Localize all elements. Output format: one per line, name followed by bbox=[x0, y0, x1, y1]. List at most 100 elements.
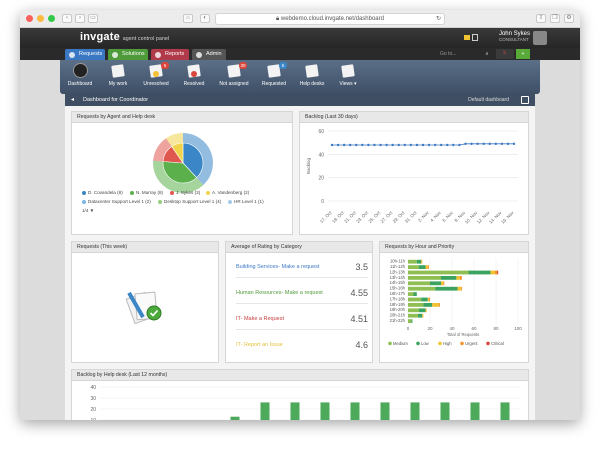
tab-admin[interactable]: Admin bbox=[192, 49, 226, 60]
search-icon[interactable]: ⌕ bbox=[480, 49, 494, 59]
legend-label: HR Level 1 (1) bbox=[234, 199, 264, 204]
data-point bbox=[403, 143, 406, 147]
back-icon[interactable]: ‹ bbox=[62, 14, 72, 23]
reload-icon[interactable]: ↻ bbox=[436, 14, 441, 25]
admin-tab-icon bbox=[196, 52, 202, 58]
data-point bbox=[506, 142, 510, 146]
tab-reports[interactable]: Reports bbox=[151, 49, 189, 60]
forward-icon[interactable]: › bbox=[75, 14, 85, 23]
data-point bbox=[397, 143, 400, 147]
rating-row[interactable]: IT- Report an Issue 4.6 bbox=[236, 334, 368, 356]
toolbar-views[interactable]: Views ▾ bbox=[328, 63, 368, 87]
data-point bbox=[336, 143, 340, 147]
category-label: 14h-15h bbox=[390, 280, 406, 285]
requests-tab-icon bbox=[69, 52, 75, 58]
bar-segment bbox=[430, 281, 441, 286]
data-point bbox=[494, 142, 497, 146]
bar-segment bbox=[408, 281, 430, 286]
rating-row[interactable]: Building Services- Make a request 3.5 bbox=[236, 256, 368, 278]
toolbar-my-work[interactable]: My work bbox=[98, 63, 138, 87]
tab-solutions[interactable]: Solutions bbox=[108, 49, 148, 60]
notification-icon[interactable] bbox=[472, 34, 478, 41]
legend-item: D. Covandela (8) bbox=[82, 190, 123, 195]
user-menu[interactable]: John Sykes CONSULTANT bbox=[499, 31, 530, 42]
privacy-icon[interactable]: ◐ bbox=[200, 14, 210, 23]
panel-this-week: Requests (This week) bbox=[71, 241, 219, 363]
toolbar-requested[interactable]: 5 Requested bbox=[254, 62, 294, 87]
zoom-window-icon[interactable] bbox=[48, 15, 55, 22]
alerts-button[interactable]: ?· bbox=[496, 49, 514, 59]
home-icon[interactable]: ⌂ bbox=[183, 14, 193, 23]
toolbar-dashboard[interactable]: Dashboard bbox=[60, 63, 100, 87]
toolbar-label: Dashboard bbox=[67, 81, 93, 87]
bar bbox=[350, 402, 360, 420]
rating-label: IT- Report an Issue bbox=[236, 342, 283, 348]
tabs-icon[interactable]: ❐ bbox=[550, 14, 560, 23]
toolbar-resolved[interactable]: Resolved bbox=[174, 63, 214, 87]
no-data-illustration bbox=[125, 291, 162, 325]
add-button[interactable]: + bbox=[516, 49, 530, 59]
rating-row[interactable]: Human Resources- Make a request 4.55 bbox=[236, 282, 368, 304]
rating-label: Building Services- Make a request bbox=[236, 264, 320, 270]
help-desks-icon bbox=[303, 63, 321, 79]
backlog-12-chart: 10 20 30 40 bbox=[90, 385, 520, 420]
legend-label: Urgent bbox=[465, 341, 478, 346]
collapse-arrow-icon[interactable]: ◂ bbox=[71, 94, 74, 106]
external-link-icon[interactable] bbox=[521, 96, 529, 104]
bar bbox=[230, 416, 240, 420]
legend-label: Datacenter Support Level 1 (2) bbox=[88, 199, 151, 204]
bar-segment bbox=[441, 276, 457, 280]
toolbar-label: Help desks bbox=[299, 81, 325, 87]
bar-segment bbox=[408, 286, 436, 291]
toolbar-label: My work bbox=[108, 81, 128, 87]
legend-label: Critical bbox=[491, 341, 504, 346]
bar-segment bbox=[423, 303, 433, 307]
category-label: 21h-22h bbox=[390, 318, 406, 323]
url-text: webdemo.cloud.invgate.net/dashboard bbox=[280, 16, 384, 22]
reports-tab-icon bbox=[155, 52, 161, 58]
toolbar-help-desks[interactable]: Help desks bbox=[292, 63, 332, 87]
default-dashboard-link[interactable]: Default dashboard bbox=[468, 94, 509, 106]
avatar[interactable] bbox=[533, 31, 547, 45]
x-tick-label: 16. Nov bbox=[500, 210, 515, 225]
extension-icon[interactable]: ⚙ bbox=[564, 14, 574, 23]
app-root: invgate agent control panel John Sykes CO… bbox=[20, 28, 580, 420]
mail-icon[interactable] bbox=[464, 35, 470, 40]
invgate-logo[interactable]: invgate agent control panel bbox=[80, 31, 169, 43]
tab-label: Admin bbox=[206, 51, 222, 57]
toolbar-not-assigned[interactable]: 30 Not assigned bbox=[214, 62, 254, 87]
category-label: 20h-21h bbox=[390, 313, 406, 318]
tab-requests[interactable]: Requests bbox=[65, 49, 105, 60]
legend-swatch bbox=[486, 341, 490, 346]
legend-label: Low bbox=[421, 341, 430, 346]
bar-segment bbox=[408, 265, 419, 269]
goto-placeholder: Go to... bbox=[440, 51, 457, 57]
sidebar-toggle-icon[interactable]: ▭ bbox=[88, 14, 98, 23]
minimize-window-icon[interactable] bbox=[37, 15, 44, 22]
close-window-icon[interactable] bbox=[26, 15, 33, 22]
bar-segment bbox=[417, 313, 423, 318]
url-bar[interactable]: 🔒︎ webdemo.cloud.invgate.net/dashboard ↻ bbox=[215, 13, 445, 25]
browser-chrome: ‹ › ▭ ⌂ ◐ 🔒︎ webdemo.cloud.invgate.net/d… bbox=[20, 10, 580, 28]
legend-item: HR Level 1 (1) bbox=[228, 199, 264, 204]
bar-segment bbox=[435, 286, 458, 291]
panel-title: Average of Rating by Category bbox=[226, 242, 372, 253]
bar-segment bbox=[428, 297, 430, 302]
tab-bar: Requests Solutions Reports Admin Go to..… bbox=[20, 48, 580, 60]
bar-segment bbox=[490, 270, 495, 275]
legend-label: Medium bbox=[393, 341, 408, 346]
toolbar-unresolved[interactable]: 5 Unresolved bbox=[136, 62, 176, 87]
bar bbox=[320, 402, 330, 420]
logo-text: invgate bbox=[80, 31, 120, 43]
panel-backlog-30: Backlog (Last 30 days) 0 20 40 60 Backlog 17.… bbox=[299, 111, 529, 235]
toolbar-label: Views ▾ bbox=[339, 81, 357, 87]
bar-segment bbox=[411, 319, 413, 323]
legend-pager[interactable]: 1/4 ▼ bbox=[82, 208, 94, 213]
data-point bbox=[446, 143, 449, 147]
y-tick-label: 30 bbox=[90, 396, 96, 402]
rating-row[interactable]: IT- Make a Request 4.51 bbox=[236, 308, 368, 330]
share-icon[interactable]: ⇧ bbox=[536, 14, 546, 23]
legend-swatch bbox=[388, 341, 392, 346]
bar-segment bbox=[425, 265, 428, 269]
panel-hour-priority: Requests by Hour and Priority 0 20 40 60 80 1… bbox=[379, 241, 529, 363]
